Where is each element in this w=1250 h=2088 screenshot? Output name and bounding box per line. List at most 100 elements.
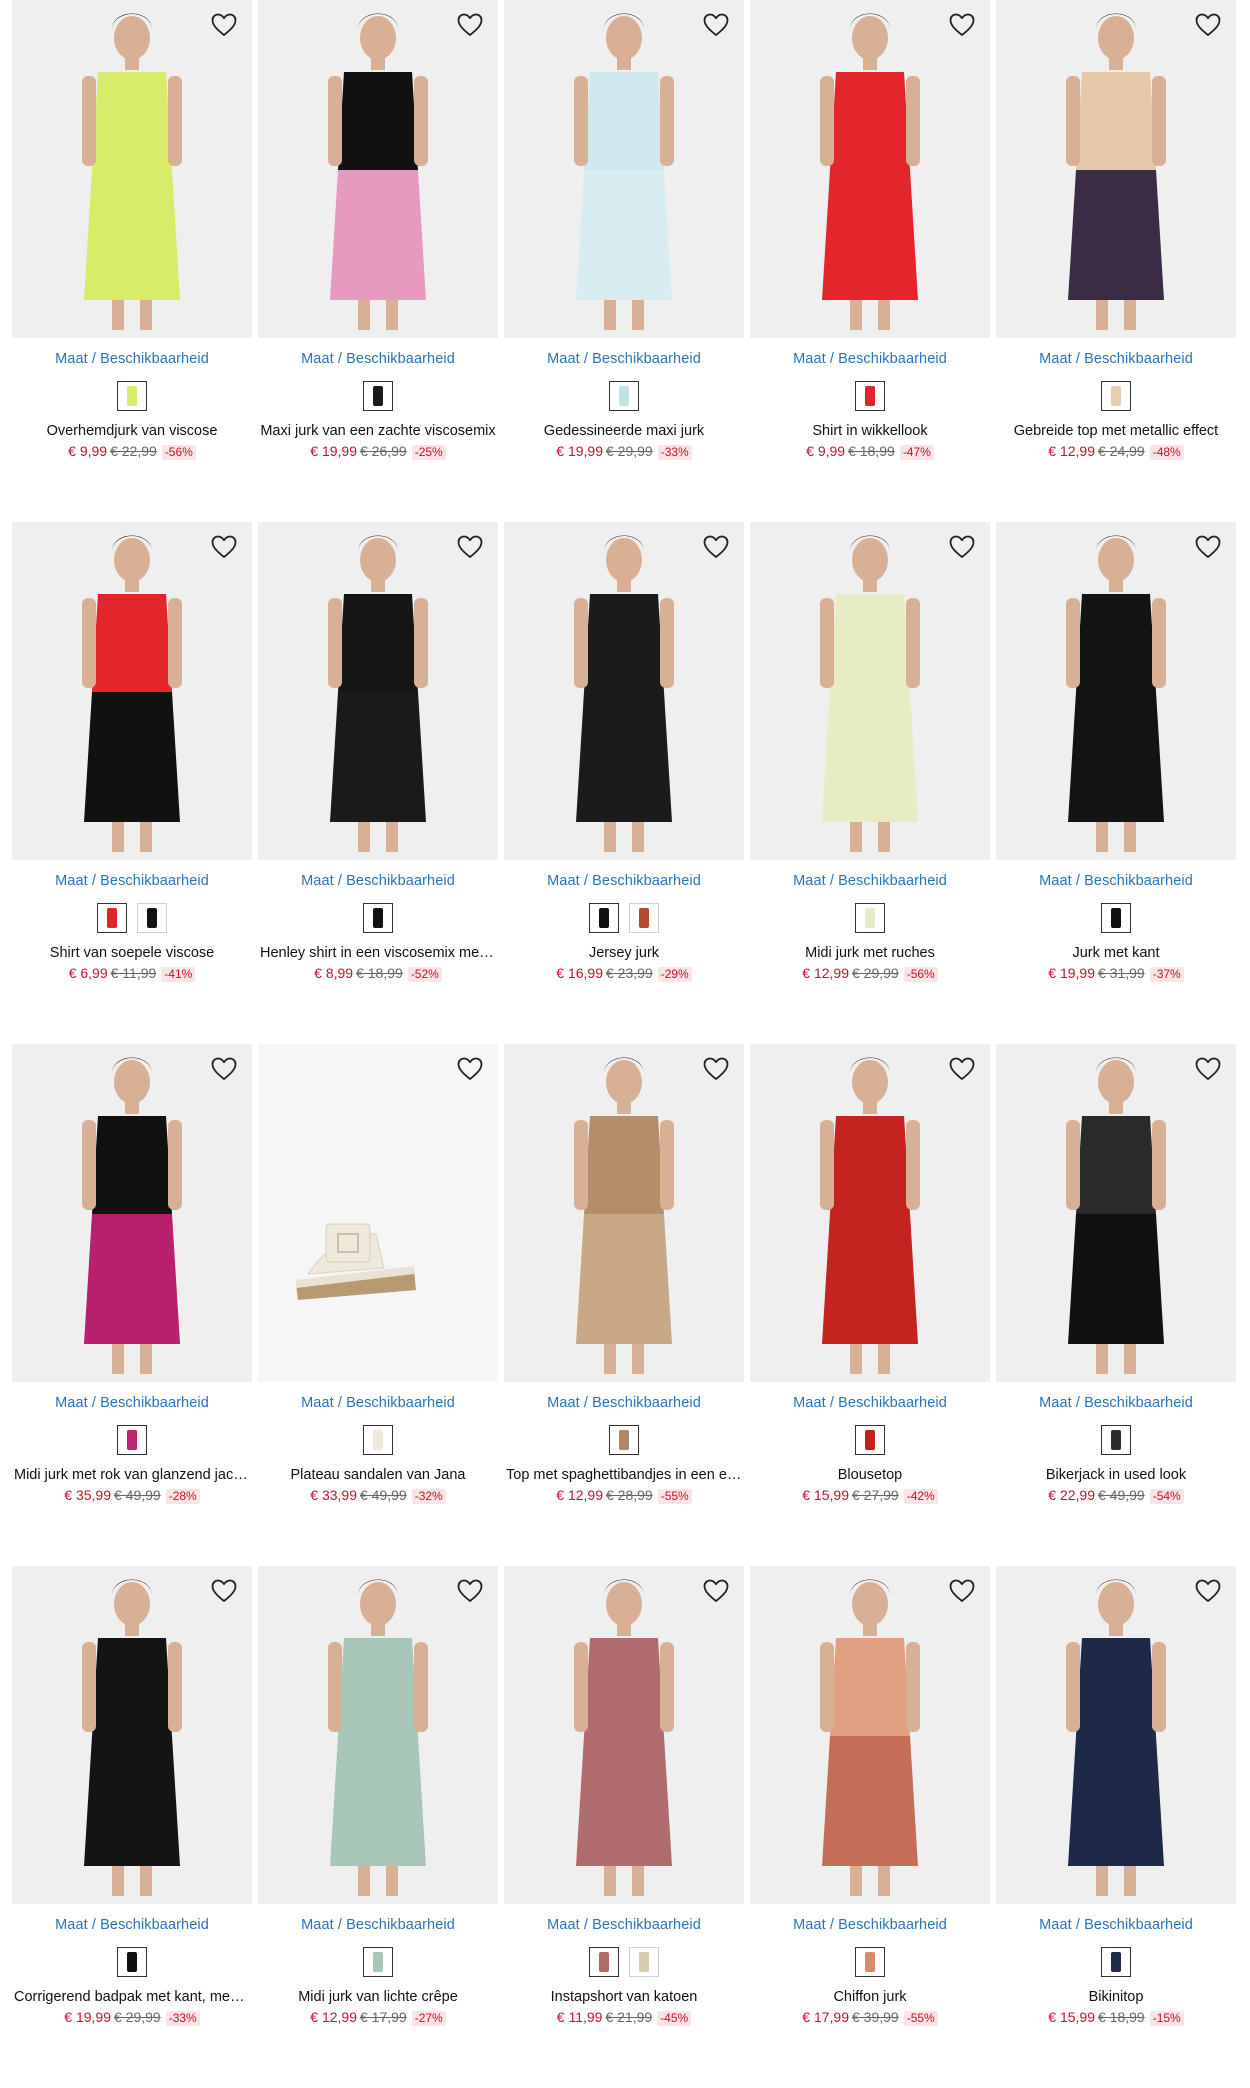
- product-image[interactable]: [504, 522, 744, 860]
- color-swatch[interactable]: [363, 1425, 393, 1455]
- color-swatch[interactable]: [363, 903, 393, 933]
- product-image[interactable]: [504, 0, 744, 338]
- product-title[interactable]: Jurk met kant: [996, 945, 1236, 961]
- wishlist-heart-icon[interactable]: [208, 10, 240, 40]
- color-swatch[interactable]: [117, 1425, 147, 1455]
- wishlist-heart-icon[interactable]: [700, 1576, 732, 1606]
- product-image-container[interactable]: [996, 0, 1236, 338]
- wishlist-heart-icon[interactable]: [454, 1576, 486, 1606]
- product-image[interactable]: [12, 522, 252, 860]
- product-card[interactable]: Maat / Beschikbaarheid Maxi jurk van een …: [258, 0, 498, 522]
- wishlist-heart-icon[interactable]: [946, 10, 978, 40]
- wishlist-heart-icon[interactable]: [700, 532, 732, 562]
- product-title[interactable]: Chiffon jurk: [750, 1989, 990, 2005]
- product-title[interactable]: Gedessineerde maxi jurk: [504, 423, 744, 439]
- product-title[interactable]: Shirt van soepele viscose: [12, 945, 252, 961]
- product-image-container[interactable]: [996, 522, 1236, 860]
- size-availability-link[interactable]: Maat / Beschikbaarheid: [258, 1395, 498, 1411]
- size-availability-link[interactable]: Maat / Beschikbaarheid: [750, 1917, 990, 1933]
- product-image-container[interactable]: [750, 522, 990, 860]
- product-title[interactable]: Bikinitop: [996, 1989, 1236, 2005]
- color-swatch[interactable]: [589, 1947, 619, 1977]
- wishlist-heart-icon[interactable]: [946, 532, 978, 562]
- product-image[interactable]: [258, 0, 498, 338]
- color-swatch[interactable]: [855, 903, 885, 933]
- color-swatch[interactable]: [1101, 381, 1131, 411]
- product-card[interactable]: Maat / Beschikbaarheid Gebreide top met m…: [996, 0, 1236, 522]
- color-swatch[interactable]: [855, 1947, 885, 1977]
- product-card[interactable]: Maat / Beschikbaarheid Shirt in wikkelloo…: [750, 0, 990, 522]
- size-availability-link[interactable]: Maat / Beschikbaarheid: [258, 1917, 498, 1933]
- product-image-container[interactable]: [258, 522, 498, 860]
- wishlist-heart-icon[interactable]: [1192, 532, 1224, 562]
- size-availability-link[interactable]: Maat / Beschikbaarheid: [504, 351, 744, 367]
- product-title[interactable]: Bikerjack in used look: [996, 1467, 1236, 1483]
- product-image-container[interactable]: [12, 1044, 252, 1382]
- product-card[interactable]: Maat / Beschikbaarheid Jurk met kant € 19,…: [996, 522, 1236, 1044]
- product-image[interactable]: [750, 1566, 990, 1904]
- product-card[interactable]: Maat / Beschikbaarheid Jersey jurk € 16,99…: [504, 522, 744, 1044]
- color-swatch[interactable]: [117, 1947, 147, 1977]
- product-card[interactable]: Maat / Beschikbaarheid Gedessineerde maxi…: [504, 0, 744, 522]
- product-title[interactable]: Overhemdjurk van viscose: [12, 423, 252, 439]
- product-title[interactable]: Midi jurk met rok van glanzend jacq...: [12, 1467, 252, 1483]
- product-card[interactable]: Maat / Beschikbaarheid Bikerjack in used …: [996, 1044, 1236, 1566]
- product-title[interactable]: Henley shirt in een viscosemix met ...: [258, 945, 498, 961]
- size-availability-link[interactable]: Maat / Beschikbaarheid: [996, 873, 1236, 889]
- product-title[interactable]: Blousetop: [750, 1467, 990, 1483]
- product-image-container[interactable]: [12, 1566, 252, 1904]
- product-image[interactable]: [258, 522, 498, 860]
- color-swatch[interactable]: [589, 903, 619, 933]
- product-image-container[interactable]: [504, 1044, 744, 1382]
- size-availability-link[interactable]: Maat / Beschikbaarheid: [996, 351, 1236, 367]
- product-image-container[interactable]: [258, 0, 498, 338]
- product-image-container[interactable]: [750, 1044, 990, 1382]
- product-image[interactable]: [750, 0, 990, 338]
- wishlist-heart-icon[interactable]: [946, 1576, 978, 1606]
- size-availability-link[interactable]: Maat / Beschikbaarheid: [996, 1917, 1236, 1933]
- product-image-container[interactable]: [750, 1566, 990, 1904]
- color-swatch[interactable]: [629, 903, 659, 933]
- product-card[interactable]: Maat / Beschikbaarheid Top met spaghettib…: [504, 1044, 744, 1566]
- wishlist-heart-icon[interactable]: [454, 10, 486, 40]
- color-swatch[interactable]: [1101, 1947, 1131, 1977]
- color-swatch[interactable]: [363, 381, 393, 411]
- product-title[interactable]: Midi jurk met ruches: [750, 945, 990, 961]
- size-availability-link[interactable]: Maat / Beschikbaarheid: [258, 873, 498, 889]
- color-swatch[interactable]: [609, 381, 639, 411]
- size-availability-link[interactable]: Maat / Beschikbaarheid: [12, 351, 252, 367]
- product-image-container[interactable]: [996, 1044, 1236, 1382]
- product-image[interactable]: [12, 1044, 252, 1382]
- size-availability-link[interactable]: Maat / Beschikbaarheid: [504, 1917, 744, 1933]
- wishlist-heart-icon[interactable]: [1192, 1576, 1224, 1606]
- product-image-container[interactable]: [750, 0, 990, 338]
- product-card[interactable]: Maat / Beschikbaarheid Plateau sandalen v…: [258, 1044, 498, 1566]
- product-card[interactable]: Maat / Beschikbaarheid Midi jurk met rok …: [12, 1044, 252, 1566]
- product-title[interactable]: Shirt in wikkellook: [750, 423, 990, 439]
- product-title[interactable]: Top met spaghettibandjes in een el...: [504, 1467, 744, 1483]
- product-image[interactable]: [750, 522, 990, 860]
- product-image-container[interactable]: [504, 1566, 744, 1904]
- product-image-container[interactable]: [12, 522, 252, 860]
- color-swatch[interactable]: [609, 1425, 639, 1455]
- size-availability-link[interactable]: Maat / Beschikbaarheid: [12, 1395, 252, 1411]
- product-image[interactable]: [750, 1044, 990, 1382]
- size-availability-link[interactable]: Maat / Beschikbaarheid: [12, 873, 252, 889]
- size-availability-link[interactable]: Maat / Beschikbaarheid: [750, 1395, 990, 1411]
- size-availability-link[interactable]: Maat / Beschikbaarheid: [504, 873, 744, 889]
- wishlist-heart-icon[interactable]: [454, 532, 486, 562]
- product-title[interactable]: Jersey jurk: [504, 945, 744, 961]
- product-title[interactable]: Gebreide top met metallic effect: [996, 423, 1236, 439]
- size-availability-link[interactable]: Maat / Beschikbaarheid: [750, 351, 990, 367]
- size-availability-link[interactable]: Maat / Beschikbaarheid: [750, 873, 990, 889]
- product-image-container[interactable]: [258, 1566, 498, 1904]
- product-image-container[interactable]: [504, 0, 744, 338]
- product-card[interactable]: Maat / Beschikbaarheid Instapshort van ka…: [504, 1566, 744, 2088]
- product-card[interactable]: Maat / Beschikbaarheid Corrigerend badpak…: [12, 1566, 252, 2088]
- product-card[interactable]: Maat / Beschikbaarheid Blousetop € 15,99 € …: [750, 1044, 990, 1566]
- product-title[interactable]: Plateau sandalen van Jana: [258, 1467, 498, 1483]
- product-title[interactable]: Instapshort van katoen: [504, 1989, 744, 2005]
- color-swatch[interactable]: [97, 903, 127, 933]
- product-image[interactable]: [996, 1566, 1236, 1904]
- color-swatch[interactable]: [855, 381, 885, 411]
